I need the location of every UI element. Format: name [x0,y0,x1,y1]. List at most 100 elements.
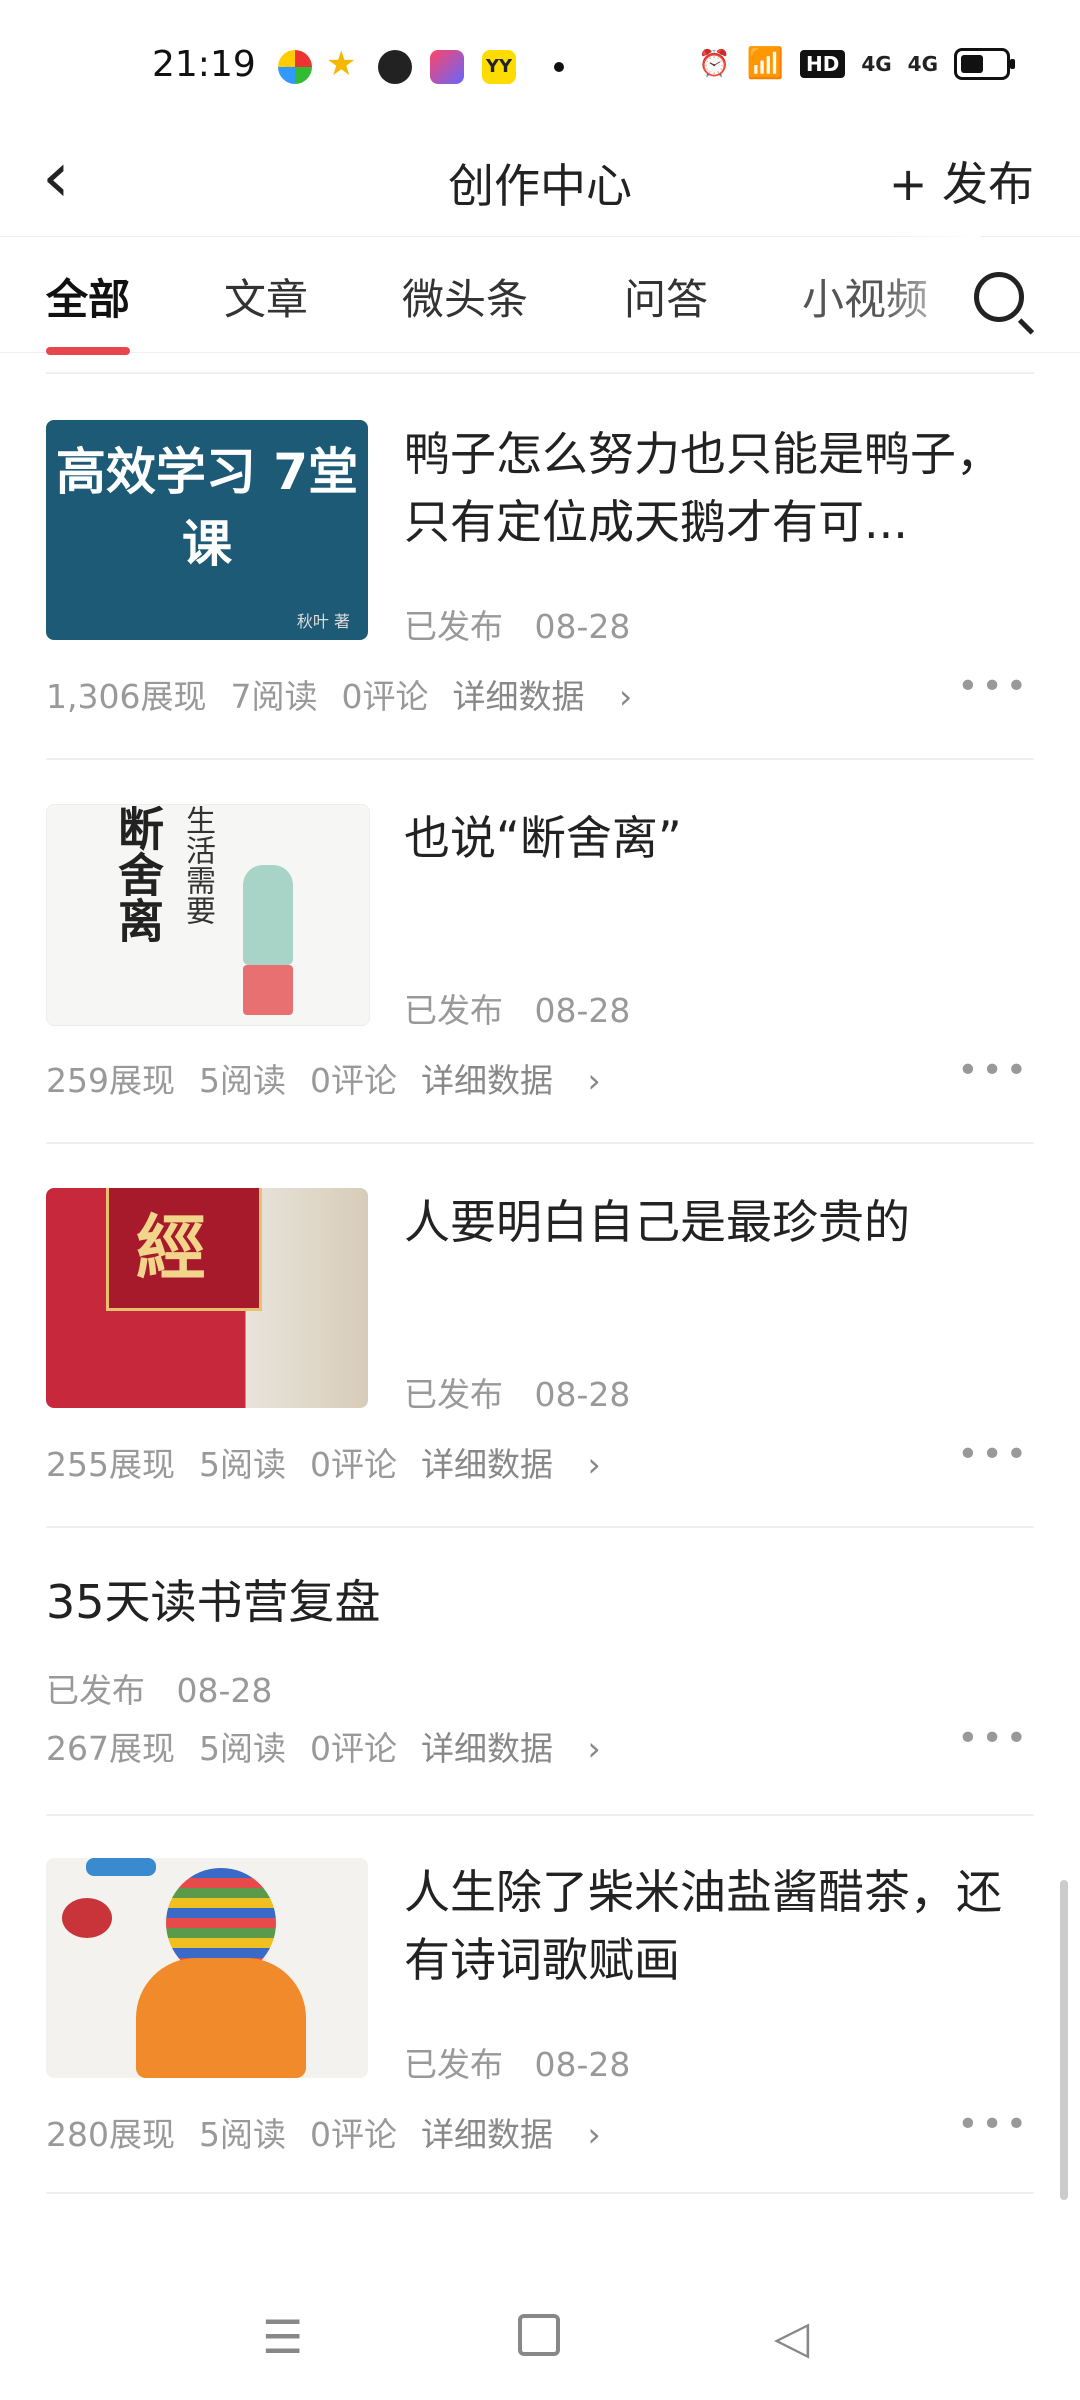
header-bar: ‹ 创作中心 + 发布 [0,120,1080,237]
article-thumbnail: 高效学习 7堂课 秋叶 著 [46,420,368,640]
detail-data-link[interactable]: 详细数据 › [452,677,632,716]
divider [46,2192,1034,2194]
hd-icon: HD [799,49,846,78]
article-item[interactable]: 人生除了柴米油盐酱醋茶，还有诗词歌赋画 已发布 08-28 280展现 5阅读 0评… [46,1858,1034,2198]
article-thumbnail [46,1858,368,2078]
status-time: 21:19 [152,44,256,85]
wechat-icon [378,50,412,84]
comments-count: 0评论 [341,677,429,716]
article-item[interactable]: 35天读书营复盘 已发布 08-28 267展现 5阅读 0评论 详细数据 › ••• [46,1568,1034,1768]
article-stats: 280展现 5阅读 0评论 详细数据 › [46,2108,625,2156]
views-count: 259展现 [46,1061,175,1100]
thumb-drawing-illustration [86,1858,156,1876]
thumb-book-title: 經 [136,1207,206,1289]
divider [46,1526,1034,1528]
views-count: 267展现 [46,1729,175,1768]
thumb-book-author: 秋叶 著 [296,612,350,631]
reads-count: 5阅读 [199,1729,286,1768]
thumb-book-subtitle: 生活需要 [180,805,215,925]
tab-articles[interactable]: 文章 [224,266,308,327]
article-meta: 已发布 08-28 [404,984,630,1032]
views-count: 280展现 [46,2115,175,2154]
article-status: 已发布 [404,1375,503,1414]
article-title[interactable]: 也说“断舍离” [404,804,1034,872]
status-right-icons: ⏰ 📶 HD 4G 4G [698,46,1015,81]
thumb-figure-illustration [243,965,293,1015]
views-count: 1,306展现 [46,677,207,716]
reads-count: 7阅读 [230,677,318,716]
article-title[interactable]: 人生除了柴米油盐酱醋茶，还有诗词歌赋画 [404,1858,1034,1994]
yy-app-icon: YY [482,50,516,84]
publish-button[interactable]: + 发布 [889,148,1034,214]
tab-qa[interactable]: 问答 [624,266,708,327]
article-date: 08-28 [176,1671,273,1710]
comments-count: 0评论 [310,1729,397,1768]
more-notifications-dot-icon [554,62,564,72]
app-launcher-icon [430,50,464,84]
thumb-figure-illustration [243,865,293,965]
back-triangle-icon[interactable]: ◁ [774,2310,809,2364]
article-title[interactable]: 35天读书营复盘 [46,1568,676,1636]
more-options-icon[interactable]: ••• [957,1718,1030,1759]
comments-count: 0评论 [310,1061,397,1100]
menu-icon[interactable]: ☰ [262,2310,303,2364]
tab-bar: 全部 文章 微头条 问答 小视频 [0,236,1080,355]
detail-data-link[interactable]: 详细数据 › [421,1061,601,1100]
detail-data-link[interactable]: 详细数据 › [421,2115,601,2154]
thumb-book-title: 高效学习 7堂课 [55,443,359,573]
thumb-drawing-illustration [136,1958,306,2078]
comments-count: 0评论 [310,2115,397,2154]
divider [46,372,1034,374]
star-app-icon: ★ [326,44,357,84]
article-date: 08-28 [534,607,631,646]
divider [46,1814,1034,1816]
comments-count: 0评论 [310,1445,397,1484]
signal-4g-icon: 4G [907,51,938,76]
article-meta: 已发布 08-28 [46,1664,272,1712]
article-status: 已发布 [404,2045,503,2084]
thumb-drawing-illustration [62,1898,112,1938]
wifi-icon: 📶 [746,46,784,81]
battery-icon [954,47,1015,80]
more-options-icon[interactable]: ••• [957,666,1030,707]
article-status: 已发布 [404,991,503,1030]
system-nav-bar: ☰ ◁ [0,2290,1080,2400]
reads-count: 5阅读 [199,1061,286,1100]
article-item[interactable]: 断舍离 生活需要 也说“断舍离” 已发布 08-28 259展现 5阅读 0评论 详细… [46,804,1034,1144]
app-notification-icon [278,50,312,84]
search-icon[interactable] [974,272,1024,322]
article-stats: 267展现 5阅读 0评论 详细数据 › [46,1722,625,1770]
reads-count: 5阅读 [199,2115,286,2154]
article-item[interactable]: 高效学习 7堂课 秋叶 著 鸭子怎么努力也只能是鸭子，只有定位成天鹅才有可...… [46,420,1034,760]
article-stats: 255展现 5阅读 0评论 详细数据 › [46,1438,625,1486]
article-thumbnail: 断舍离 生活需要 [46,804,370,1026]
article-date: 08-28 [534,991,631,1030]
home-icon[interactable] [518,2314,560,2356]
views-count: 255展现 [46,1445,175,1484]
article-title[interactable]: 人要明白自己是最珍贵的 [404,1188,1034,1256]
more-options-icon[interactable]: ••• [957,1050,1030,1091]
article-title[interactable]: 鸭子怎么努力也只能是鸭子，只有定位成天鹅才有可... [404,420,1034,556]
article-date: 08-28 [534,1375,631,1414]
tab-fade-overlay [880,236,980,352]
alarm-icon: ⏰ [698,48,731,79]
status-bar: 21:19 ★ YY ⏰ 📶 HD 4G 4G [0,0,1080,120]
tab-micro-posts[interactable]: 微头条 [402,266,528,327]
article-thumbnail: 經 [46,1188,368,1408]
reads-count: 5阅读 [199,1445,286,1484]
thumb-book-title: 断舍离 [111,805,165,943]
article-stats: 1,306展现 7阅读 0评论 详细数据 › [46,670,656,718]
scrollbar[interactable] [1060,1880,1068,2200]
article-item[interactable]: 經 人要明白自己是最珍贵的 已发布 08-28 255展现 5阅读 0评论 详细数据 … [46,1188,1034,1528]
article-status: 已发布 [404,607,503,646]
article-meta: 已发布 08-28 [404,600,630,648]
article-meta: 已发布 08-28 [404,1368,630,1416]
article-stats: 259展现 5阅读 0评论 详细数据 › [46,1054,625,1102]
tab-all[interactable]: 全部 [46,266,131,355]
article-meta: 已发布 08-28 [404,2038,630,2086]
detail-data-link[interactable]: 详细数据 › [421,1445,601,1484]
detail-data-link[interactable]: 详细数据 › [421,1729,601,1768]
divider [46,1142,1034,1144]
more-options-icon[interactable]: ••• [957,1434,1030,1475]
more-options-icon[interactable]: ••• [957,2104,1030,2145]
